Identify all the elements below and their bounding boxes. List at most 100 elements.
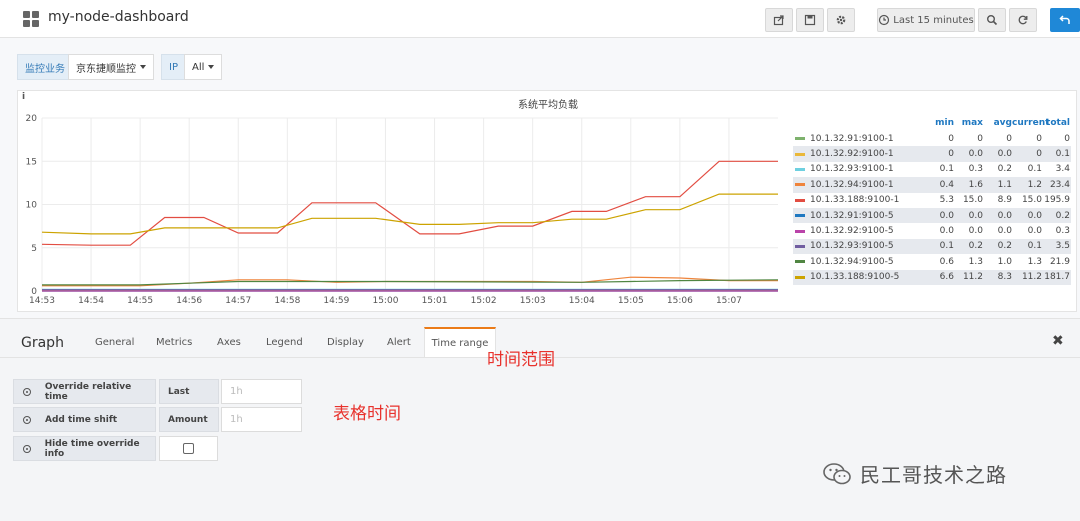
- tab-legend[interactable]: Legend: [266, 337, 303, 348]
- legend-row[interactable]: 10.1.33.188:9100-1 5.3 15.0 8.9 15.0 195.9: [793, 193, 1071, 208]
- dashboard-title[interactable]: my-node-dashboard: [48, 9, 189, 25]
- legend-value-current: 0.1: [1027, 164, 1042, 175]
- legend-value-total: 0.2: [1055, 210, 1070, 221]
- hide-time-override-toggle[interactable]: [159, 436, 218, 461]
- save-button[interactable]: [796, 8, 824, 32]
- dashboard-grid-icon[interactable]: [23, 11, 39, 27]
- legend-value-avg: 0.0: [997, 210, 1012, 221]
- time-shift-input[interactable]: 1h: [221, 407, 302, 432]
- legend-header-min[interactable]: min: [925, 118, 954, 131]
- tab-time-range[interactable]: Time range: [424, 327, 496, 357]
- legend-value-current: 0: [1036, 149, 1042, 160]
- load-average-chart[interactable]: 0510152014:53 14:54 14:55 14:56 14:57 14:58 14…: [18, 91, 788, 313]
- legend-value-min: 0.0: [939, 226, 954, 237]
- legend-value-max: 0.3: [968, 164, 983, 175]
- legend-value-max: 1.6: [968, 179, 983, 190]
- legend-series-name[interactable]: 10.1.33.188:9100-1: [793, 195, 925, 205]
- share-button[interactable]: [765, 8, 793, 32]
- wechat-icon: [823, 462, 851, 484]
- legend-series-label: 10.1.32.92:9100-1: [810, 149, 894, 160]
- legend-value-total: 181.7: [1044, 272, 1070, 283]
- gear-icon: [836, 15, 846, 25]
- legend-header-current[interactable]: current: [1012, 118, 1049, 131]
- legend-color-swatch[interactable]: [795, 183, 805, 187]
- save-icon: [804, 14, 816, 26]
- legend-color-swatch[interactable]: [795, 167, 805, 171]
- hide-time-override-checkbox[interactable]: [183, 443, 194, 454]
- tab-axes[interactable]: Axes: [217, 337, 241, 348]
- clock-icon: [879, 14, 890, 26]
- legend-value-max: 15.0: [962, 195, 983, 206]
- variable-select-ip[interactable]: All: [184, 54, 223, 80]
- variable-label-ip: IP: [161, 54, 186, 80]
- legend-row[interactable]: 10.1.32.91:9100-1 0 0 0 0 0: [793, 131, 1071, 146]
- back-button[interactable]: [1050, 8, 1080, 32]
- annotation-time-range: 时间范围: [487, 350, 555, 370]
- variable-value-business: 京东捷顺监控: [76, 63, 136, 75]
- refresh-button[interactable]: [1009, 8, 1037, 32]
- legend-series-name[interactable]: 10.1.32.92:9100-5: [793, 226, 925, 236]
- x-tick-label: 15:00: [372, 296, 398, 306]
- legend-value-avg: 8.9: [997, 195, 1012, 206]
- time-picker-button[interactable]: Last 15 minutes: [877, 8, 975, 32]
- legend-series-name[interactable]: 10.1.32.94:9100-5: [793, 257, 925, 267]
- legend-series-name[interactable]: 10.1.33.188:9100-5: [793, 272, 925, 282]
- override-relative-time-input[interactable]: 1h: [221, 379, 302, 404]
- legend-series-name[interactable]: 10.1.32.93:9100-1: [793, 164, 925, 174]
- legend-header-avg[interactable]: avg: [983, 118, 1012, 131]
- legend-color-swatch[interactable]: [795, 260, 805, 264]
- variable-label-business: 监控业务: [17, 54, 73, 80]
- watermark: 民工哥技术之路: [822, 459, 1007, 488]
- tab-metrics[interactable]: Metrics: [156, 337, 192, 348]
- refresh-icon: [1018, 15, 1028, 25]
- tab-general[interactable]: General: [95, 337, 134, 348]
- clock-icon: [23, 444, 31, 453]
- legend-series-name[interactable]: 10.1.32.93:9100-5: [793, 241, 925, 251]
- legend-series-name[interactable]: 10.1.32.94:9100-1: [793, 180, 925, 190]
- legend-series-name[interactable]: 10.1.32.92:9100-1: [793, 149, 925, 159]
- legend-series-name[interactable]: 10.1.32.91:9100-1: [793, 134, 925, 144]
- legend-color-swatch[interactable]: [795, 137, 805, 141]
- legend-value-min: 0.1: [939, 241, 954, 252]
- legend-row[interactable]: 10.1.32.92:9100-5 0.0 0.0 0.0 0.0 0.3: [793, 223, 1071, 238]
- legend-row[interactable]: 10.1.32.92:9100-1 0 0.0 0.0 0 0.1: [793, 146, 1071, 162]
- legend-value-avg: 0.2: [997, 241, 1012, 252]
- time-picker-label: Last 15 minutes: [893, 14, 974, 26]
- settings-button[interactable]: [827, 8, 855, 32]
- legend-color-swatch[interactable]: [795, 229, 805, 233]
- legend-color-swatch[interactable]: [795, 244, 805, 248]
- legend-color-swatch[interactable]: [795, 214, 805, 218]
- caret-down-icon: [208, 65, 215, 69]
- y-tick-label: 5: [31, 244, 37, 254]
- legend-header: min max avg current total: [793, 118, 1071, 131]
- tab-alert[interactable]: Alert: [387, 337, 411, 348]
- variable-select-business[interactable]: 京东捷顺监控: [68, 54, 154, 80]
- editor-title: Graph: [21, 335, 64, 351]
- x-tick-label: 15:04: [569, 296, 595, 306]
- legend-row[interactable]: 10.1.32.93:9100-5 0.1 0.2 0.2 0.1 3.5: [793, 238, 1071, 255]
- legend-series-label: 10.1.32.93:9100-5: [810, 241, 894, 252]
- legend-series-name[interactable]: 10.1.32.91:9100-5: [793, 211, 925, 221]
- legend-value-min: 6.6: [939, 272, 954, 283]
- legend-row[interactable]: 10.1.32.93:9100-1 0.1 0.3 0.2 0.1 3.4: [793, 162, 1071, 177]
- legend-row[interactable]: 10.1.33.188:9100-5 6.6 11.2 8.3 11.2 181.7: [793, 269, 1071, 285]
- top-navbar: my-node-dashboard Last 15 minutes: [0, 0, 1080, 38]
- legend-row[interactable]: 10.1.32.94:9100-5 0.6 1.3 1.0 1.3 21.9: [793, 254, 1071, 269]
- tab-display[interactable]: Display: [327, 337, 364, 348]
- legend-row[interactable]: 10.1.32.94:9100-1 0.4 1.6 1.1 1.2 23.4: [793, 177, 1071, 193]
- x-tick-label: 15:03: [520, 296, 546, 306]
- legend-color-swatch[interactable]: [795, 198, 805, 202]
- legend-row[interactable]: 10.1.32.91:9100-5 0.0 0.0 0.0 0.0 0.2: [793, 207, 1071, 224]
- close-icon[interactable]: ✖: [1052, 333, 1064, 349]
- legend-header-max[interactable]: max: [954, 118, 983, 131]
- legend-value-current: 0.0: [1027, 226, 1042, 237]
- legend-color-swatch[interactable]: [795, 275, 805, 279]
- legend-value-min: 0: [948, 133, 954, 144]
- legend-header-total[interactable]: total: [1042, 118, 1070, 131]
- hide-time-override-info-label: Hide time override info: [13, 436, 156, 461]
- legend-value-max: 0: [977, 133, 983, 144]
- legend-color-swatch[interactable]: [795, 152, 805, 156]
- legend-value-total: 23.4: [1049, 179, 1070, 190]
- x-tick-label: 15:06: [667, 296, 693, 306]
- zoom-out-button[interactable]: [978, 8, 1006, 32]
